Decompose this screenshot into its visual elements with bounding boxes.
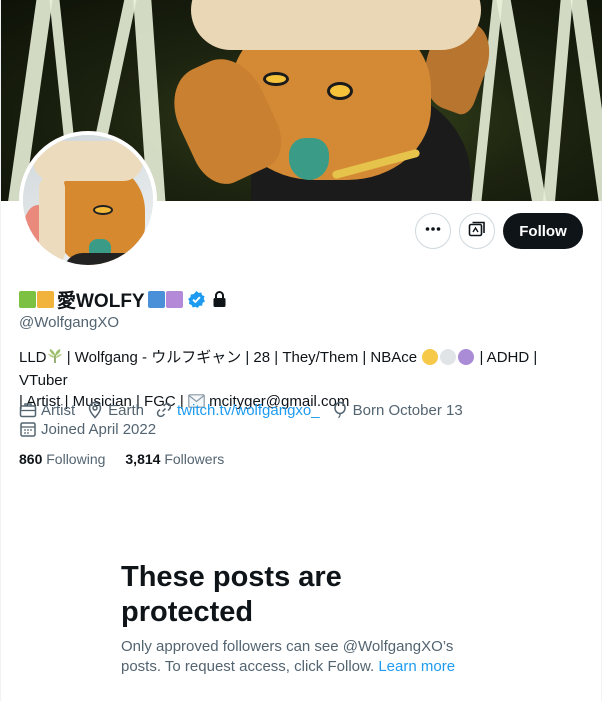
briefcase-icon: [19, 401, 41, 419]
profile-meta: Artist Earth twitch.tv/wolfgangxo_ Born …: [19, 400, 474, 420]
nbace-dot-white: [440, 349, 457, 365]
display-name: 愛WOLFY: [57, 290, 145, 312]
joined-text: Joined April 2022: [41, 420, 157, 438]
profile-meta-joined: Joined April 2022: [19, 419, 167, 439]
follow-button[interactable]: Follow: [503, 213, 583, 249]
verified-badge-icon[interactable]: [187, 290, 206, 309]
balloon-icon: [331, 401, 353, 419]
leaf-emoji-icon: [47, 348, 63, 370]
website-item[interactable]: twitch.tv/wolfgangxo_: [155, 401, 320, 419]
location-pin-icon: [86, 401, 108, 419]
followers-label: Followers: [164, 451, 225, 467]
followers-count: 3,814: [125, 451, 161, 467]
subscribe-button[interactable]: [459, 213, 495, 249]
user-handle: @WolfgangXO: [19, 314, 119, 331]
lock-icon: [212, 290, 227, 308]
location-item: Earth: [86, 401, 144, 419]
more-icon: [424, 220, 442, 243]
following-label: Following: [46, 451, 106, 467]
more-button[interactable]: [415, 213, 451, 249]
profession-item: Artist: [19, 401, 75, 419]
bio-text: | Wolfgang - ウルフギャン | 28 | They/Them | N…: [62, 349, 422, 366]
money-emoji-icon: [37, 290, 54, 308]
following-count: 860: [19, 451, 43, 467]
protected-description: Only approved followers can see @Wolfgan…: [121, 637, 481, 677]
money-emoji-icon: [19, 290, 36, 308]
avatar[interactable]: [19, 131, 157, 269]
nbace-dot-yellow: [422, 349, 439, 365]
profession-text: Artist: [41, 401, 76, 419]
calendar-icon: [19, 420, 41, 438]
money-emoji-icon: [147, 290, 165, 308]
link-icon: [155, 401, 177, 419]
money-emoji-icon: [165, 290, 183, 308]
birthday-item: Born October 13: [331, 401, 463, 419]
birthday-text: Born October 13: [352, 401, 463, 419]
protected-title: These posts are protected: [121, 561, 342, 628]
nbace-dot-purple: [458, 349, 475, 365]
profile-page: Follow 愛WOLFY @WolfgangXO LLD | Wolfgang…: [0, 0, 602, 701]
follow-stats: 860 Following 3,814 Followers: [19, 451, 244, 467]
followers-link[interactable]: 3,814 Followers: [125, 451, 224, 467]
display-name-row: 愛WOLFY: [19, 287, 227, 312]
following-link[interactable]: 860 Following: [19, 451, 105, 467]
learn-more-link[interactable]: Learn more: [378, 658, 455, 675]
bio-text: LLD: [19, 349, 47, 366]
joined-item: Joined April 2022: [19, 420, 156, 438]
website-link[interactable]: twitch.tv/wolfgangxo_: [177, 402, 320, 419]
location-text: Earth: [108, 401, 145, 419]
subscribe-icon: [468, 220, 486, 243]
